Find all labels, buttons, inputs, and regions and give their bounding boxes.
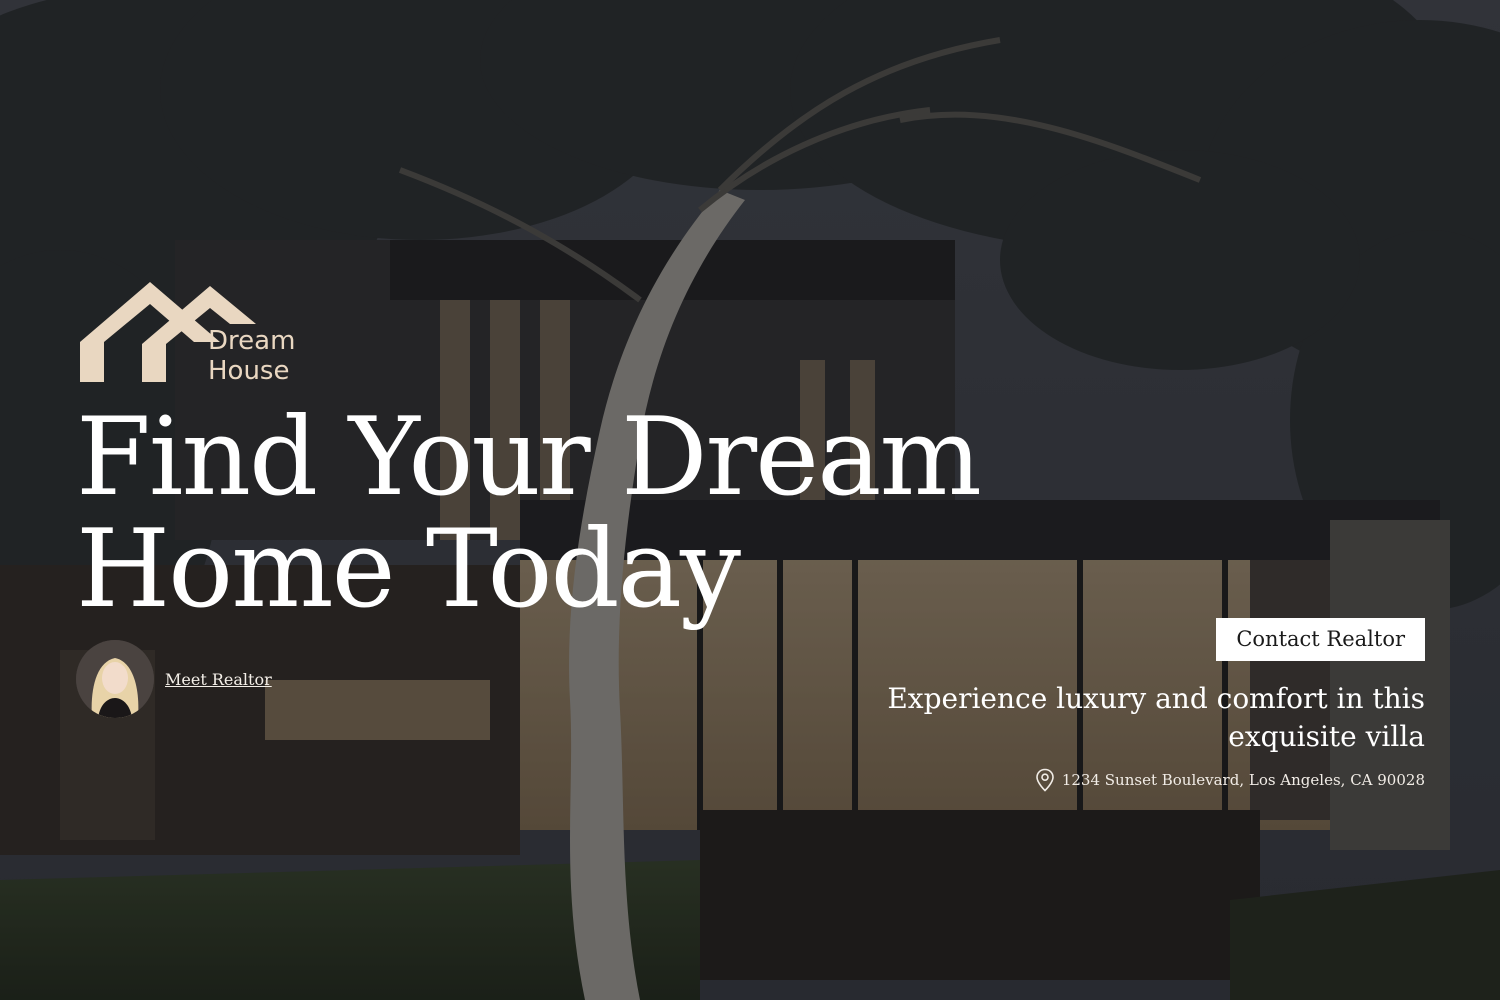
property-tagline: Experience luxury and comfort in this ex… <box>887 682 1425 753</box>
hero-section: Dream House Find Your Dream Home Today M… <box>0 0 1500 1000</box>
realtor-avatar[interactable] <box>76 640 154 718</box>
property-address: 1234 Sunset Boulevard, Los Angeles, CA 9… <box>805 768 1425 792</box>
contact-realtor-button[interactable]: Contact Realtor <box>1216 618 1425 661</box>
dream-house-logo[interactable]: Dream House <box>78 280 318 390</box>
logo-wordmark: Dream House <box>208 326 295 386</box>
logo-line-house: House <box>208 356 290 386</box>
page-headline: Find Your Dream Home Today <box>76 395 982 632</box>
location-pin-icon <box>1036 768 1054 792</box>
meet-realtor-link[interactable]: Meet Realtor <box>165 670 272 689</box>
realtor-profile: Meet Realtor <box>76 640 272 718</box>
logo-line-dream: Dream <box>208 326 296 356</box>
address-text: 1234 Sunset Boulevard, Los Angeles, CA 9… <box>1061 771 1425 789</box>
realtor-portrait-icon <box>76 640 154 718</box>
headline-line-2: Home Today <box>76 507 741 632</box>
property-info: Contact Realtor Experience luxury and co… <box>805 618 1425 792</box>
headline-line-1: Find Your Dream <box>76 395 982 520</box>
